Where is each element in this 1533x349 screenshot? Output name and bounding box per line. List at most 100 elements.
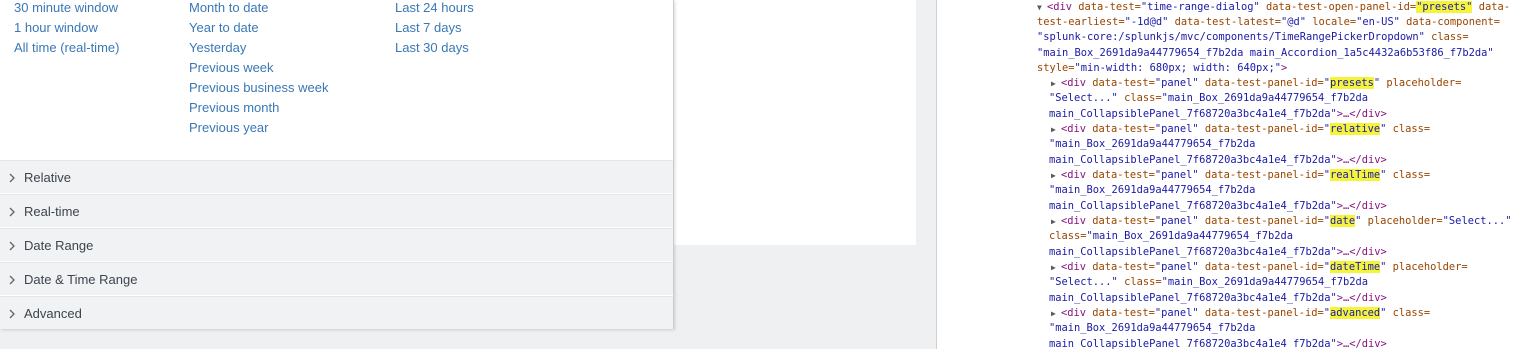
attr-name: placeholder= [1380, 77, 1462, 89]
panel-header-relative[interactable]: Relative [0, 160, 673, 193]
tag-close: >…</div> [1336, 154, 1387, 166]
dom-node-line: main_CollapsiblePanel_7f68720a3bc4a1e4_f… [1049, 337, 1387, 349]
attr-name: style= [1037, 62, 1075, 74]
preset-link[interactable]: Previous month [189, 98, 328, 118]
dom-node-line: main_CollapsiblePanel_7f68720a3bc4a1e4_f… [1049, 291, 1387, 306]
attr-value: "main_Box_2691da9a44779654_f7b2da main_A… [1037, 47, 1494, 59]
preset-link[interactable]: 30 minute window [14, 0, 119, 18]
attr-name: class= [1117, 92, 1162, 104]
attr-name: data-test= [1086, 169, 1155, 181]
panel-label: Advanced [24, 305, 82, 321]
chevron-right-icon [0, 306, 24, 320]
attr-name: data-test-panel-id= [1198, 169, 1324, 181]
attr-value-highlight: dateTime [1330, 261, 1381, 273]
tag-close: >…</div> [1336, 108, 1387, 120]
preset-link[interactable]: Yesterday [189, 38, 328, 58]
chevron-right-icon [0, 204, 24, 218]
dom-node-line: "main_Box_2691da9a44779654_f7b2da [1049, 321, 1255, 336]
presets-column-1: 30 minute window 1 hour window All time … [14, 0, 119, 58]
dom-node-line: main_CollapsiblePanel_7f68720a3bc4a1e4_f… [1049, 153, 1387, 168]
attr-value: "Select..." [1049, 276, 1118, 288]
preset-link[interactable]: Last 7 days [395, 18, 474, 38]
attr-value: "min-width: 680px; width: 640px;" [1074, 62, 1281, 74]
presets-column-3: Last 24 hours Last 7 days Last 30 days [395, 0, 474, 58]
panel-header-date-range[interactable]: Date Range [0, 228, 673, 261]
dom-node-line[interactable]: ▶ <div data-test="panel" data-test-panel-… [1051, 168, 1430, 183]
attr-name: data-test-panel-id= [1198, 307, 1324, 319]
preset-link[interactable]: All time (real-time) [14, 38, 119, 58]
panel-header-advanced[interactable]: Advanced [0, 296, 673, 329]
triangle-right-icon[interactable]: ▶ [1051, 306, 1061, 321]
attr-name: data-test= [1072, 1, 1141, 13]
dom-node-line[interactable]: ▶ <div data-test="panel" data-test-panel-… [1051, 306, 1430, 321]
attr-value-highlight: relative [1330, 123, 1381, 135]
preset-link[interactable]: 1 hour window [14, 18, 119, 38]
triangle-down-icon[interactable]: ▼ [1037, 0, 1047, 15]
triangle-right-icon[interactable]: ▶ [1051, 76, 1061, 91]
attr-name: placeholder= [1361, 215, 1443, 227]
preset-link[interactable]: Previous year [189, 118, 328, 138]
preset-link[interactable]: Last 30 days [395, 38, 474, 58]
dom-node-line[interactable]: ▼ <div data-test="time-range-dialog" data… [1037, 0, 1510, 15]
attr-value-highlight: date [1330, 215, 1356, 227]
preset-link[interactable]: Previous week [189, 58, 328, 78]
preset-link[interactable]: Last 24 hours [395, 0, 474, 18]
attr-value: "main_Box_2691da9a44779654_f7b2da [1049, 322, 1256, 334]
panel-label: Real-time [24, 203, 80, 219]
tag-close: >…</div> [1336, 292, 1387, 304]
presets-column-2: Month to date Year to date Yesterday Pre… [189, 0, 328, 138]
attr-name: data-test= [1086, 261, 1155, 273]
attr-value: "panel" [1154, 261, 1199, 273]
panel-header-date-time-range[interactable]: Date & Time Range [0, 262, 673, 295]
attr-value: "main_Box_2691da9a44779654_f7b2da [1161, 92, 1369, 104]
attr-value-highlight: advanced [1330, 307, 1381, 319]
attr-value: main_CollapsiblePanel_7f68720a3bc4a1e4_f… [1049, 154, 1337, 166]
attr-value: "main_Box_2691da9a44779654_f7b2da [1161, 276, 1369, 288]
panel-header-real-time[interactable]: Real-time [0, 194, 673, 227]
attr-value: "panel" [1154, 169, 1199, 181]
tag-name: <div [1061, 77, 1087, 89]
attr-value-highlight: "presets" [1416, 1, 1473, 13]
dom-node-line[interactable]: ▶ <div data-test="panel" data-test-panel-… [1051, 122, 1430, 137]
attr-value: "Select..." [1442, 215, 1512, 227]
tag-close: >…</div> [1336, 200, 1387, 212]
attr-name: class= [1386, 123, 1431, 135]
attr-value: "Select..." [1049, 92, 1118, 104]
dom-node-line: "main_Box_2691da9a44779654_f7b2da [1049, 183, 1255, 198]
tag-name: <div [1061, 307, 1087, 319]
tag-close: > [1281, 62, 1288, 74]
preset-link[interactable]: Year to date [189, 18, 328, 38]
tag-name: <div [1061, 123, 1087, 135]
attr-name: data-test= [1086, 123, 1155, 135]
attr-name: class= [1424, 31, 1469, 43]
tag-close: >…</div> [1336, 246, 1387, 258]
attr-value: main_CollapsiblePanel_7f68720a3bc4a1e4_f… [1049, 246, 1337, 258]
attr-name: class= [1049, 230, 1087, 242]
attr-value-highlight: presets [1330, 77, 1374, 89]
preset-link[interactable]: Month to date [189, 0, 328, 18]
attr-name: placeholder= [1386, 261, 1468, 273]
dom-node-line[interactable]: ▶ <div data-test="panel" data-test-panel-… [1051, 76, 1461, 91]
attr-value-highlight: realTime [1330, 169, 1381, 181]
attr-name: data-test= [1086, 77, 1155, 89]
panel-label: Relative [24, 169, 71, 185]
preset-link[interactable]: Previous business week [189, 78, 328, 98]
attr-name: data-component= [1399, 16, 1500, 28]
dom-node-line: "Select..." class="main_Box_2691da9a4477… [1049, 275, 1368, 290]
triangle-right-icon[interactable]: ▶ [1051, 168, 1061, 183]
attr-value: "time-range-dialog" [1140, 1, 1260, 13]
triangle-right-icon[interactable]: ▶ [1051, 122, 1061, 137]
attr-value: "@d" [1281, 16, 1307, 28]
dom-node-line: class="main_Box_2691da9a44779654_f7b2da [1049, 229, 1293, 244]
panel-label: Date & Time Range [24, 271, 138, 287]
triangle-right-icon[interactable]: ▶ [1051, 214, 1061, 229]
triangle-right-icon[interactable]: ▶ [1051, 260, 1061, 275]
attr-value: main_CollapsiblePanel_7f68720a3bc4a1e4_f… [1049, 292, 1337, 304]
attr-name: locale= [1306, 16, 1357, 28]
attr-name: data- [1472, 1, 1510, 13]
dom-node-line[interactable]: ▶ <div data-test="panel" data-test-panel-… [1051, 260, 1468, 275]
attr-name: data-test-panel-id= [1198, 261, 1324, 273]
dom-node-line[interactable]: ▶ <div data-test="panel" data-test-panel-… [1051, 214, 1512, 229]
attr-name: class= [1117, 276, 1162, 288]
attr-value: "-1d@d" [1124, 16, 1169, 28]
